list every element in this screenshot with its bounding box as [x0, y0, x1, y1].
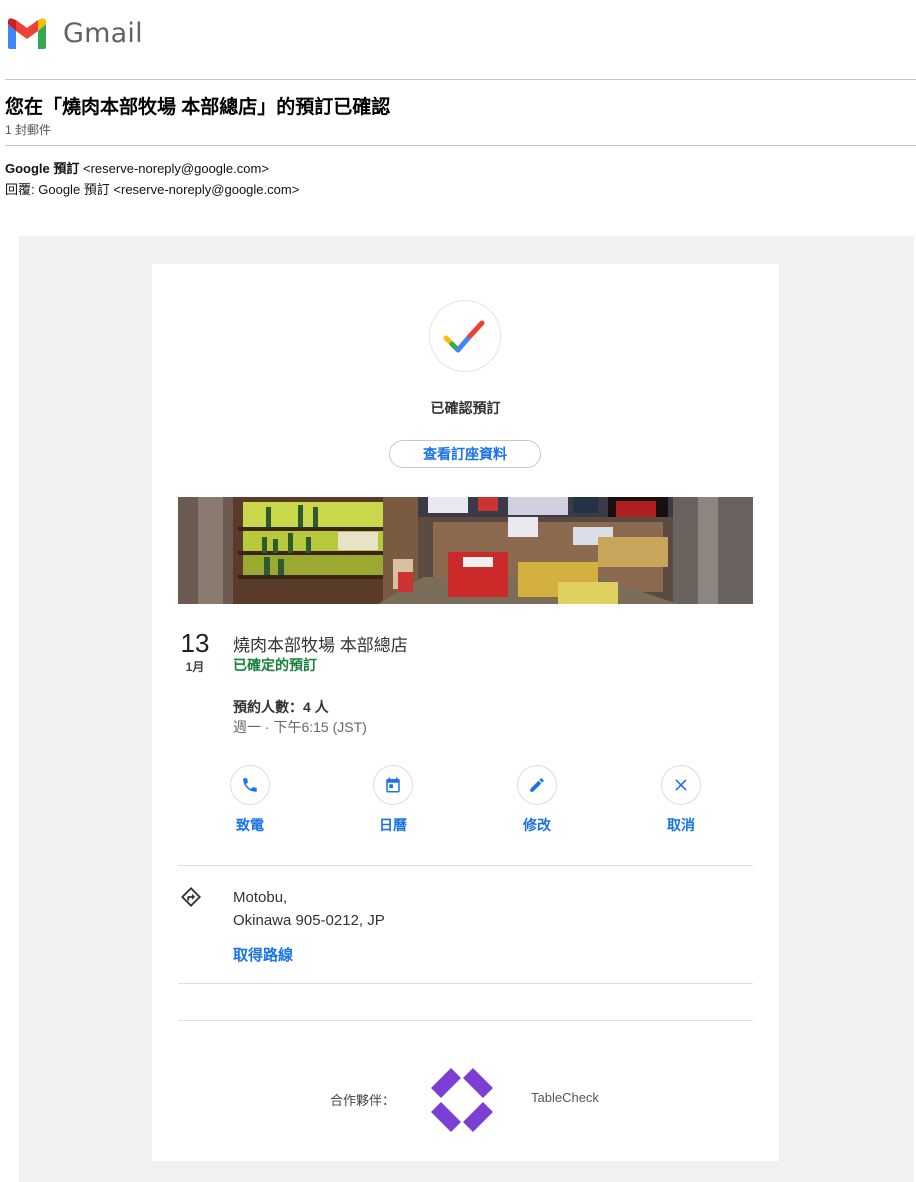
reply-to-label: 回覆:: [5, 182, 35, 197]
reservation-card: 已確認預訂 查看訂座資料 13 1月 燒肉本部牧場 本部總店 已確定的預訂 預約…: [152, 264, 779, 1161]
message-count: 1 封郵件: [5, 123, 52, 137]
address-line-2: Okinawa 905-0212, JP: [233, 912, 385, 929]
view-reservation-button[interactable]: 查看訂座資料: [389, 440, 541, 468]
directions-icon: [180, 886, 202, 913]
party-size: 預約人數：4 人: [233, 699, 329, 715]
modify-label: 修改: [523, 817, 551, 833]
restaurant-interior-image: [178, 497, 753, 604]
reply-to-address: Google 預訂 <reserve-noreply@google.com>: [38, 182, 300, 197]
subject-divider: [5, 145, 916, 146]
reservation-month: 1月: [185, 660, 205, 674]
phone-icon: [230, 765, 270, 805]
sender-name: Google 預訂: [5, 161, 80, 176]
partner-name: TableCheck: [531, 1090, 599, 1105]
restaurant-address: Motobu, Okinawa 905-0212, JP: [233, 886, 385, 932]
tablecheck-logo[interactable]: [429, 1066, 495, 1139]
confirmed-check-badge: [429, 300, 501, 372]
header-divider: [5, 79, 916, 80]
reservation-status: 已確定的預訂: [233, 657, 317, 673]
cancel-button[interactable]: 取消: [646, 765, 716, 835]
call-label: 致電: [236, 817, 264, 833]
restaurant-photo: [178, 497, 753, 604]
gmail-wordmark: Gmail: [63, 17, 143, 49]
address-line-1: Motobu,: [233, 889, 288, 906]
gmail-m-icon: [8, 18, 46, 49]
pencil-icon: [517, 765, 557, 805]
gmail-logo[interactable]: Gmail: [5, 16, 143, 50]
confirmation-heading: 已確認預訂: [430, 400, 501, 416]
sender-block: Google 預訂 <reserve-noreply@google.com> 回…: [5, 158, 299, 200]
sender-email: <reserve-noreply@google.com>: [83, 161, 269, 176]
calendar-label: 日曆: [379, 817, 407, 833]
calendar-icon: [373, 765, 413, 805]
call-button[interactable]: 致電: [215, 765, 285, 835]
calendar-button[interactable]: 日曆: [358, 765, 428, 835]
from-line: Google 預訂 <reserve-noreply@google.com>: [5, 158, 299, 179]
reservation-day: 13: [180, 628, 210, 658]
modify-button[interactable]: 修改: [502, 765, 572, 835]
cancel-label: 取消: [667, 817, 695, 833]
section-divider: [178, 983, 753, 984]
email-subject: 您在「燒肉本部牧場 本部總店」的預訂已確認: [5, 97, 391, 118]
restaurant-name: 燒肉本部牧場 本部總店: [233, 636, 408, 655]
section-divider: [178, 1020, 753, 1021]
close-icon: [661, 765, 701, 805]
reply-to-line: 回覆: Google 預訂 <reserve-noreply@google.co…: [5, 179, 299, 200]
get-directions-link[interactable]: 取得路線: [233, 944, 293, 965]
reservation-datetime: 週一 · 下午6:15 (JST): [233, 719, 367, 735]
section-divider: [178, 865, 753, 866]
checkmark-icon: [443, 320, 485, 353]
partner-label: 合作夥伴：: [330, 1093, 396, 1108]
